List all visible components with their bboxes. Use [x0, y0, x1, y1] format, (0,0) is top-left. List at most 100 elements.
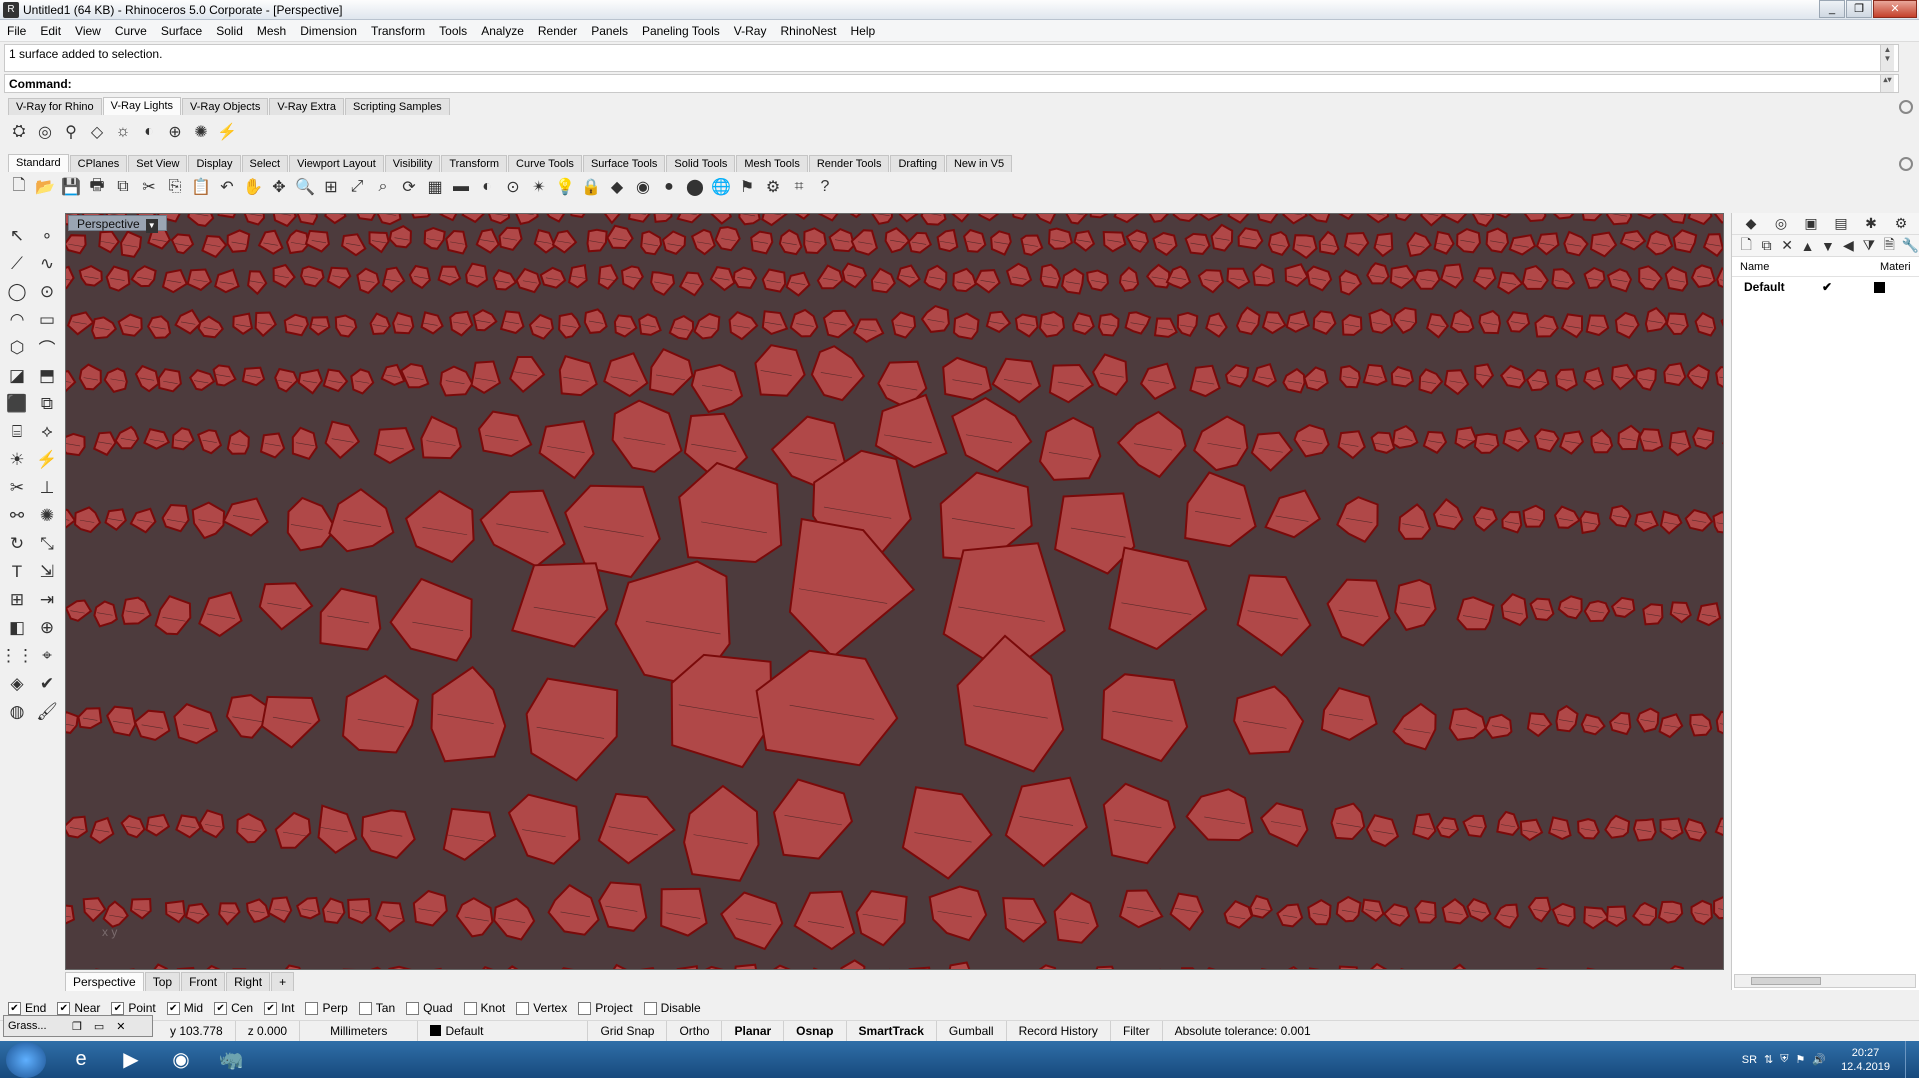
- viewport-title-tab[interactable]: Perspective ▼: [68, 215, 167, 233]
- tab-visibility[interactable]: Visibility: [384, 155, 441, 172]
- sweep-icon[interactable]: ⚡: [33, 446, 61, 473]
- sun-icon[interactable]: ⊕: [164, 121, 186, 143]
- zoom-window-icon[interactable]: ⊞: [320, 176, 342, 198]
- start-button[interactable]: [6, 1041, 46, 1078]
- layers-icon[interactable]: ◆: [1738, 214, 1764, 234]
- display-icon[interactable]: ▣: [1798, 214, 1824, 234]
- new-icon[interactable]: 🗋: [8, 176, 30, 198]
- osnap-disable[interactable]: Disable: [643, 1001, 701, 1015]
- rectangle-icon[interactable]: ▭: [33, 306, 61, 333]
- perspective-viewport[interactable]: Perspective ▼ x y: [65, 213, 1724, 970]
- filter-toggle[interactable]: Filter: [1111, 1020, 1163, 1042]
- layer-props-icon[interactable]: 🗎: [1881, 236, 1897, 256]
- split-icon[interactable]: ⊥: [33, 474, 61, 501]
- osnap-cen-checkbox[interactable]: ✔: [214, 1001, 228, 1015]
- menu-help[interactable]: Help: [844, 24, 883, 38]
- column-name[interactable]: Name: [1740, 261, 1880, 273]
- minimize-button[interactable]: _: [1819, 0, 1845, 18]
- tab-drafting[interactable]: Drafting: [890, 155, 945, 172]
- menu-edit[interactable]: Edit: [33, 24, 68, 38]
- gumball-tool-icon[interactable]: ⌖: [33, 642, 61, 669]
- omni-light-icon[interactable]: ☼: [112, 121, 134, 143]
- scrollbar-thumb[interactable]: [1751, 977, 1821, 985]
- grid-array-icon[interactable]: ⋮⋮: [0, 642, 34, 669]
- pan-icon[interactable]: ✋: [242, 176, 264, 198]
- tab-standard[interactable]: Standard: [8, 154, 69, 172]
- rotate-view-icon[interactable]: ⟳: [398, 176, 420, 198]
- dimension-icon[interactable]: ⇲: [33, 558, 61, 585]
- menu-v-ray[interactable]: V-Ray: [727, 24, 774, 38]
- viewport-tab-right[interactable]: Right: [226, 971, 271, 991]
- properties-icon[interactable]: ▤: [1828, 214, 1854, 234]
- solid-edit-icon[interactable]: ◧: [3, 614, 31, 641]
- tab-new-in-v5[interactable]: New in V5: [945, 155, 1013, 172]
- layer-icon[interactable]: ◆: [606, 176, 628, 198]
- grasshopper-minimized-window[interactable]: Grass... ❐ ▭ ✕: [3, 1015, 153, 1037]
- osnap-int[interactable]: ✔ Int: [264, 1001, 294, 1015]
- osnap-quad[interactable]: Quad: [406, 1001, 453, 1015]
- osnap-near-checkbox[interactable]: ✔: [57, 1001, 71, 1015]
- flow-icon[interactable]: ⇥: [33, 586, 61, 613]
- units[interactable]: Millimeters: [300, 1020, 419, 1042]
- osnap-point[interactable]: ✔ Point: [111, 1001, 156, 1015]
- move-down-icon[interactable]: ▼: [1820, 236, 1836, 256]
- osnap-knot-checkbox[interactable]: [463, 1001, 477, 1015]
- tab-v-ray-for-rhino[interactable]: V-Ray for Rhino: [8, 98, 102, 115]
- chrome-icon[interactable]: ◉: [158, 1042, 204, 1077]
- move-left-icon[interactable]: ◀: [1840, 236, 1856, 256]
- open-icon[interactable]: 📂: [34, 176, 56, 198]
- osnap-cen[interactable]: ✔ Cen: [214, 1001, 253, 1015]
- layer-current-check-icon[interactable]: ✔: [1822, 280, 1874, 294]
- record-history-toggle[interactable]: Record History: [1007, 1020, 1111, 1042]
- join-icon[interactable]: ⚯: [3, 502, 31, 529]
- unroll-icon[interactable]: ⊕: [33, 614, 61, 641]
- extrude-icon[interactable]: ⬒: [33, 362, 61, 389]
- surface-corner-icon[interactable]: ◪: [3, 362, 31, 389]
- new-sublayer-icon[interactable]: ⧉: [1758, 236, 1774, 256]
- menu-tools[interactable]: Tools: [432, 24, 474, 38]
- curve-icon[interactable]: ∿: [33, 250, 61, 277]
- osnap-perp[interactable]: Perp: [305, 1001, 348, 1015]
- tab-v-ray-lights[interactable]: V-Ray Lights: [102, 97, 182, 115]
- menu-surface[interactable]: Surface: [154, 24, 209, 38]
- ie-icon[interactable]: e: [58, 1042, 104, 1077]
- osnap-near[interactable]: ✔ Near: [57, 1001, 100, 1015]
- tab-mesh-tools[interactable]: Mesh Tools: [736, 155, 808, 172]
- tray-flag-icon[interactable]: ⚑: [1795, 1053, 1805, 1066]
- osnap-knot[interactable]: Knot: [463, 1001, 505, 1015]
- zoom-selected-icon[interactable]: ⌕: [372, 176, 394, 198]
- move-view-icon[interactable]: ✥: [268, 176, 290, 198]
- rotate-icon[interactable]: ↻: [3, 530, 31, 557]
- cplane-icon[interactable]: ⊙: [502, 176, 524, 198]
- viewport-tab-top[interactable]: Top: [144, 971, 181, 991]
- filter-icon[interactable]: ⧩: [1861, 236, 1877, 256]
- media-player-icon[interactable]: ▶: [108, 1042, 154, 1077]
- render-blue-icon[interactable]: 🌐: [710, 176, 732, 198]
- tab-scripting-samples[interactable]: Scripting Samples: [345, 98, 450, 115]
- tab-v-ray-objects[interactable]: V-Ray Objects: [182, 98, 269, 115]
- osnap-disable-checkbox[interactable]: [643, 1001, 657, 1015]
- layers-panel-scrollbar[interactable]: [1734, 974, 1916, 988]
- tray-network-icon[interactable]: ⇅: [1764, 1053, 1773, 1066]
- command-line-scrollbar[interactable]: ▴▾: [1880, 75, 1894, 92]
- shaded-icon[interactable]: ▬: [450, 176, 472, 198]
- grid-icon[interactable]: ⌗: [788, 176, 810, 198]
- dome-light-icon[interactable]: ◐: [138, 121, 160, 143]
- delete-layer-icon[interactable]: ✕: [1779, 236, 1795, 256]
- render-tool-icon[interactable]: ◍: [3, 698, 31, 725]
- tray-volume-icon[interactable]: 🔊: [1812, 1053, 1826, 1066]
- settings-icon[interactable]: ⚙: [1888, 214, 1914, 234]
- osnap-toggle[interactable]: Osnap: [784, 1020, 847, 1042]
- four-view-icon[interactable]: ▦: [424, 176, 446, 198]
- current-layer[interactable]: Default: [418, 1020, 589, 1042]
- copy-icon[interactable]: ⎘: [164, 176, 186, 198]
- analyze-icon[interactable]: ◈: [3, 670, 31, 697]
- sphere-light-icon[interactable]: ◎: [34, 121, 56, 143]
- osnap-mid-checkbox[interactable]: ✔: [166, 1001, 180, 1015]
- gumball-toggle[interactable]: Gumball: [937, 1020, 1007, 1042]
- rhino-taskbar-icon[interactable]: 🦏: [208, 1042, 254, 1077]
- fillet-icon[interactable]: ⌒: [33, 334, 61, 361]
- smarttrack-toggle[interactable]: SmartTrack: [847, 1020, 937, 1042]
- cut-icon[interactable]: ✂: [138, 176, 160, 198]
- tab-set-view[interactable]: Set View: [128, 155, 188, 172]
